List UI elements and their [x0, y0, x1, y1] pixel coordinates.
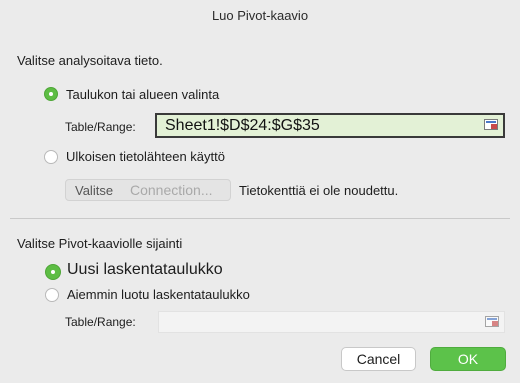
no-fields-text: Tietokenttiä ei ole noudettu. [239, 183, 399, 198]
location-section-heading: Valitse Pivot-kaaviolle sijainti [17, 236, 183, 251]
radio-table-range[interactable] [44, 87, 58, 101]
location-range-input[interactable] [158, 311, 505, 333]
range-picker-icon[interactable] [484, 119, 498, 130]
radio-new-worksheet[interactable] [45, 264, 61, 280]
radio-external-source-label: Ulkoisen tietolähteen käyttö [66, 149, 225, 164]
data-section-heading: Valitse analysoitava tieto. [17, 53, 163, 68]
range-label: Table/Range: [65, 120, 136, 134]
range-input[interactable]: Sheet1!$D$24:$G$35 [155, 113, 505, 138]
dialog-title: Luo Pivot-kaavio [211, 8, 309, 23]
radio-table-range-label: Taulukon tai alueen valinta [66, 87, 220, 102]
radio-existing-worksheet-label: Aiemmin luotu laskentataulukko [67, 287, 250, 302]
cancel-button[interactable]: Cancel [341, 347, 416, 371]
connection-button-group: Valitse Connection... [65, 179, 231, 201]
connection-button[interactable]: Connection... [130, 182, 213, 198]
section-divider [10, 218, 510, 219]
range-input-value: Sheet1!$D$24:$G$35 [165, 117, 320, 134]
radio-external-source[interactable] [44, 150, 58, 164]
choose-button[interactable]: Valitse [75, 183, 113, 198]
radio-new-worksheet-label: Uusi laskentataulukko [67, 261, 223, 278]
ok-button[interactable]: OK [430, 347, 506, 371]
location-range-picker-icon[interactable] [485, 316, 499, 327]
location-range-label: Table/Range: [65, 315, 136, 329]
radio-existing-worksheet[interactable] [45, 288, 59, 302]
